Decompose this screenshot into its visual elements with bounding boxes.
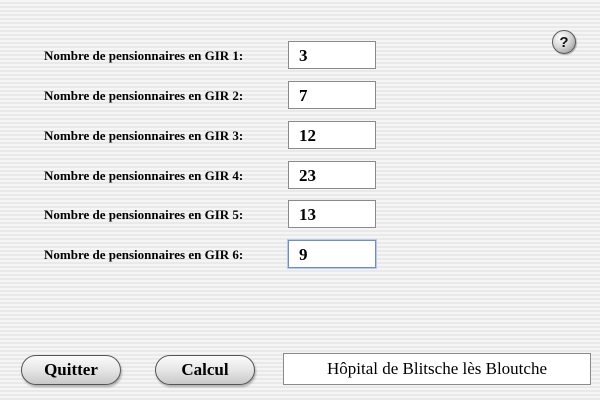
gir-row-3: Nombre de pensionnaires en GIR 3: — [0, 121, 600, 151]
hospital-name-field: Hôpital de Blitsche lès Bloutche — [283, 353, 591, 385]
gir-1-label: Nombre de pensionnaires en GIR 1: — [44, 48, 244, 63]
gir-5-input[interactable] — [288, 200, 376, 228]
gir-3-input[interactable] — [288, 121, 376, 149]
gir-6-input[interactable] — [288, 240, 376, 268]
calculate-button[interactable]: Calcul — [155, 355, 255, 385]
gir-row-6: Nombre de pensionnaires en GIR 6: — [0, 240, 600, 270]
gir-2-input[interactable] — [288, 81, 376, 109]
gir-4-label: Nombre de pensionnaires en GIR 4: — [44, 168, 244, 183]
gir-5-label: Nombre de pensionnaires en GIR 5: — [44, 207, 244, 222]
gir-row-2: Nombre de pensionnaires en GIR 2: — [0, 81, 600, 111]
gir-row-1: Nombre de pensionnaires en GIR 1: — [0, 41, 600, 71]
gir-row-4: Nombre de pensionnaires en GIR 4: — [0, 161, 600, 191]
quit-button[interactable]: Quitter — [21, 355, 121, 385]
gir-row-5: Nombre de pensionnaires en GIR 5: — [0, 200, 600, 230]
gir-6-label: Nombre de pensionnaires en GIR 6: — [44, 247, 244, 262]
gir-3-label: Nombre de pensionnaires en GIR 3: — [44, 128, 244, 143]
gir-4-input[interactable] — [288, 161, 376, 189]
gir-1-input[interactable] — [288, 41, 376, 69]
gir-2-label: Nombre de pensionnaires en GIR 2: — [44, 88, 244, 103]
